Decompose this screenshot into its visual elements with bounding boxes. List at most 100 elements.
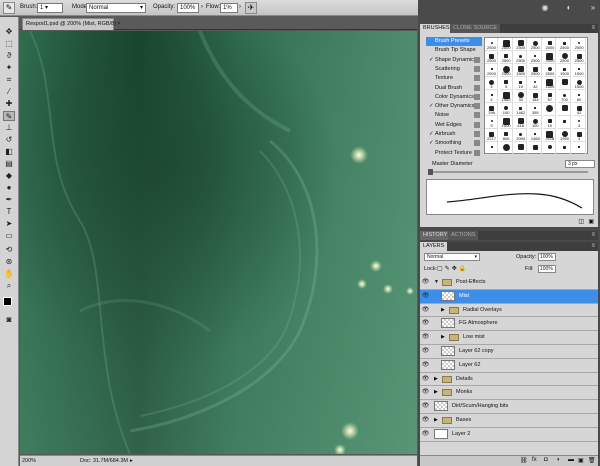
eye-icon[interactable]: 👁 xyxy=(421,278,430,286)
quick-mask-icon[interactable]: ◙ xyxy=(3,315,15,325)
layer-mask-icon[interactable]: ◘ xyxy=(544,457,548,463)
brush-preset[interactable]: 4 xyxy=(572,129,586,142)
brush-preset[interactable]: 1468 xyxy=(528,129,542,142)
brush-setting-item[interactable]: Brush Tip Shape xyxy=(426,46,482,55)
chevron-right-icon[interactable]: ▶ xyxy=(434,416,438,424)
zoom-level[interactable]: 200% xyxy=(22,458,36,464)
clone-stamp-tool-icon[interactable]: ⊥ xyxy=(3,123,15,133)
document-size[interactable]: Doc: 31.7M/684.3M xyxy=(80,458,128,464)
brush-preset[interactable]: 418 xyxy=(514,116,528,129)
layer-opacity-input[interactable]: 100% xyxy=(538,253,556,261)
eye-icon[interactable]: 👁 xyxy=(421,347,430,355)
brush-preset[interactable]: 1500 xyxy=(514,64,528,77)
brush-preset[interactable]: 19 xyxy=(514,77,528,90)
brush-preset[interactable]: 1500 xyxy=(558,64,571,77)
brush-preset[interactable]: 42 xyxy=(572,103,586,116)
eye-icon[interactable]: 👁 xyxy=(421,333,430,341)
brush-preset[interactable]: 2500 xyxy=(543,38,557,51)
brush-preset[interactable]: 2500 xyxy=(485,38,498,51)
brush-preset[interactable]: 2500 xyxy=(485,64,498,77)
brush-preset[interactable]: 2500 xyxy=(543,64,557,77)
brush-preset[interactable]: 4 xyxy=(485,77,498,90)
hand-tool-icon[interactable]: ✋ xyxy=(3,269,15,279)
brush-setting-item[interactable]: ✓Smoothing xyxy=(426,139,482,148)
lock-icon[interactable] xyxy=(474,65,480,72)
brush-setting-item[interactable]: Noise xyxy=(426,111,482,120)
healing-brush-tool-icon[interactable]: ✚ xyxy=(3,99,15,109)
brush-preset[interactable]: 2500 xyxy=(572,38,586,51)
brush-preset[interactable]: 1462 xyxy=(499,90,513,103)
brush-preset[interactable]: 2500 xyxy=(528,51,542,64)
lock-icon[interactable] xyxy=(474,103,480,110)
lasso-tool-icon[interactable]: ϑ xyxy=(3,51,15,61)
lock-options-icon[interactable]: ▢✎✥🔒 xyxy=(437,265,468,272)
brush-preset[interactable]: 3 xyxy=(572,116,586,129)
toggle-brush-panel-icon[interactable]: ◫ xyxy=(578,218,584,225)
new-group-icon[interactable]: ▬ xyxy=(568,457,574,463)
dodge-tool-icon[interactable]: ● xyxy=(3,183,15,193)
layer-row[interactable]: 👁 ▶ Details xyxy=(420,372,598,387)
brush-preset[interactable]: 1000 xyxy=(499,116,513,129)
chevron-right-icon[interactable]: › xyxy=(239,4,241,10)
brush-setting-item[interactable]: ✓Other Dynamics xyxy=(426,102,482,111)
brush-setting-item[interactable]: Brush Presets xyxy=(426,37,482,46)
layer-row[interactable]: 👁 ▶ Low mist xyxy=(420,331,598,345)
layer-row[interactable]: 👁 FG Atmosphere xyxy=(420,317,598,332)
brush-tool-icon[interactable]: ✎ xyxy=(3,111,15,121)
brush-preset[interactable]: 806 xyxy=(499,129,513,142)
path-select-tool-icon[interactable]: ➤ xyxy=(3,219,15,229)
lock-icon[interactable] xyxy=(474,140,480,147)
brush-preset[interactable]: 100 xyxy=(499,103,513,116)
lock-icon[interactable] xyxy=(474,84,480,91)
layer-row[interactable]: 👁 Mist xyxy=(420,289,598,304)
brush-preset[interactable]: 2500 xyxy=(499,64,513,77)
brush-setting-item[interactable]: Wet Edges xyxy=(426,121,482,130)
brush-setting-item[interactable]: Color Dynamics xyxy=(426,93,482,102)
brush-setting-item[interactable]: Texture xyxy=(426,74,482,83)
brush-preset[interactable] xyxy=(543,142,557,155)
zoom-tool-icon[interactable]: ⌕ xyxy=(3,281,15,291)
brush-preset[interactable]: 2500 xyxy=(528,38,542,51)
brush-preset[interactable]: 700 xyxy=(558,90,571,103)
brush-preset[interactable]: 2500 xyxy=(485,51,498,64)
layer-row[interactable]: 👁 Layer 62 copy xyxy=(420,345,598,359)
panel-menu-icon[interactable]: ≡ xyxy=(591,231,595,240)
eye-icon[interactable]: 👁 xyxy=(421,388,430,396)
brush-preset[interactable] xyxy=(514,142,528,155)
shape-tool-icon[interactable]: ▭ xyxy=(3,231,15,241)
collapse-panels-icon[interactable]: » xyxy=(588,3,598,13)
eye-icon[interactable]: 👁 xyxy=(421,292,430,300)
chevron-right-icon[interactable]: › xyxy=(201,4,203,10)
eye-icon[interactable]: 👁 xyxy=(421,416,430,424)
layer-row[interactable]: 👁 ▼ Post-Effects xyxy=(420,276,598,290)
brush-preset[interactable]: 57 xyxy=(543,90,557,103)
chevron-right-icon[interactable]: ▶ xyxy=(441,306,445,314)
lock-icon[interactable] xyxy=(474,121,480,128)
brush-preset[interactable] xyxy=(499,142,513,155)
brush-setting-item[interactable]: Scattering xyxy=(426,65,482,74)
lock-icon[interactable] xyxy=(474,56,480,63)
brush-preset[interactable]: 2217 xyxy=(485,129,498,142)
brush-tool-preset-icon[interactable]: ✎ xyxy=(3,2,15,14)
brush-preset[interactable]: 1950 xyxy=(558,129,571,142)
brush-preset[interactable] xyxy=(558,142,571,155)
brush-preset[interactable] xyxy=(558,116,571,129)
layer-row[interactable]: 👁 ▶ Monks xyxy=(420,386,598,401)
brush-preset[interactable]: 60 xyxy=(572,90,586,103)
chevron-right-icon[interactable]: ▶ xyxy=(434,388,438,396)
tab-brushes[interactable]: BRUSHES xyxy=(420,24,453,33)
pen-tool-icon[interactable]: ✒ xyxy=(3,195,15,205)
layer-row[interactable]: 👁 Dirt/Scum/Hanging bits xyxy=(420,400,598,414)
brush-preset[interactable]: 395 xyxy=(528,103,542,116)
eraser-tool-icon[interactable]: ◧ xyxy=(3,147,15,157)
brush-preset[interactable] xyxy=(558,77,571,90)
blur-tool-icon[interactable]: ◆ xyxy=(3,171,15,181)
type-tool-icon[interactable]: T xyxy=(3,207,15,217)
layer-style-icon[interactable]: fx xyxy=(532,457,537,463)
brush-preset[interactable]: 2500 xyxy=(514,51,528,64)
lock-icon[interactable] xyxy=(474,149,480,156)
brush-preset[interactable]: 2500 xyxy=(558,38,571,51)
brush-preset[interactable] xyxy=(572,142,586,155)
brush-preset[interactable]: 2500 xyxy=(499,51,513,64)
eye-icon[interactable]: 👁 xyxy=(421,430,430,438)
